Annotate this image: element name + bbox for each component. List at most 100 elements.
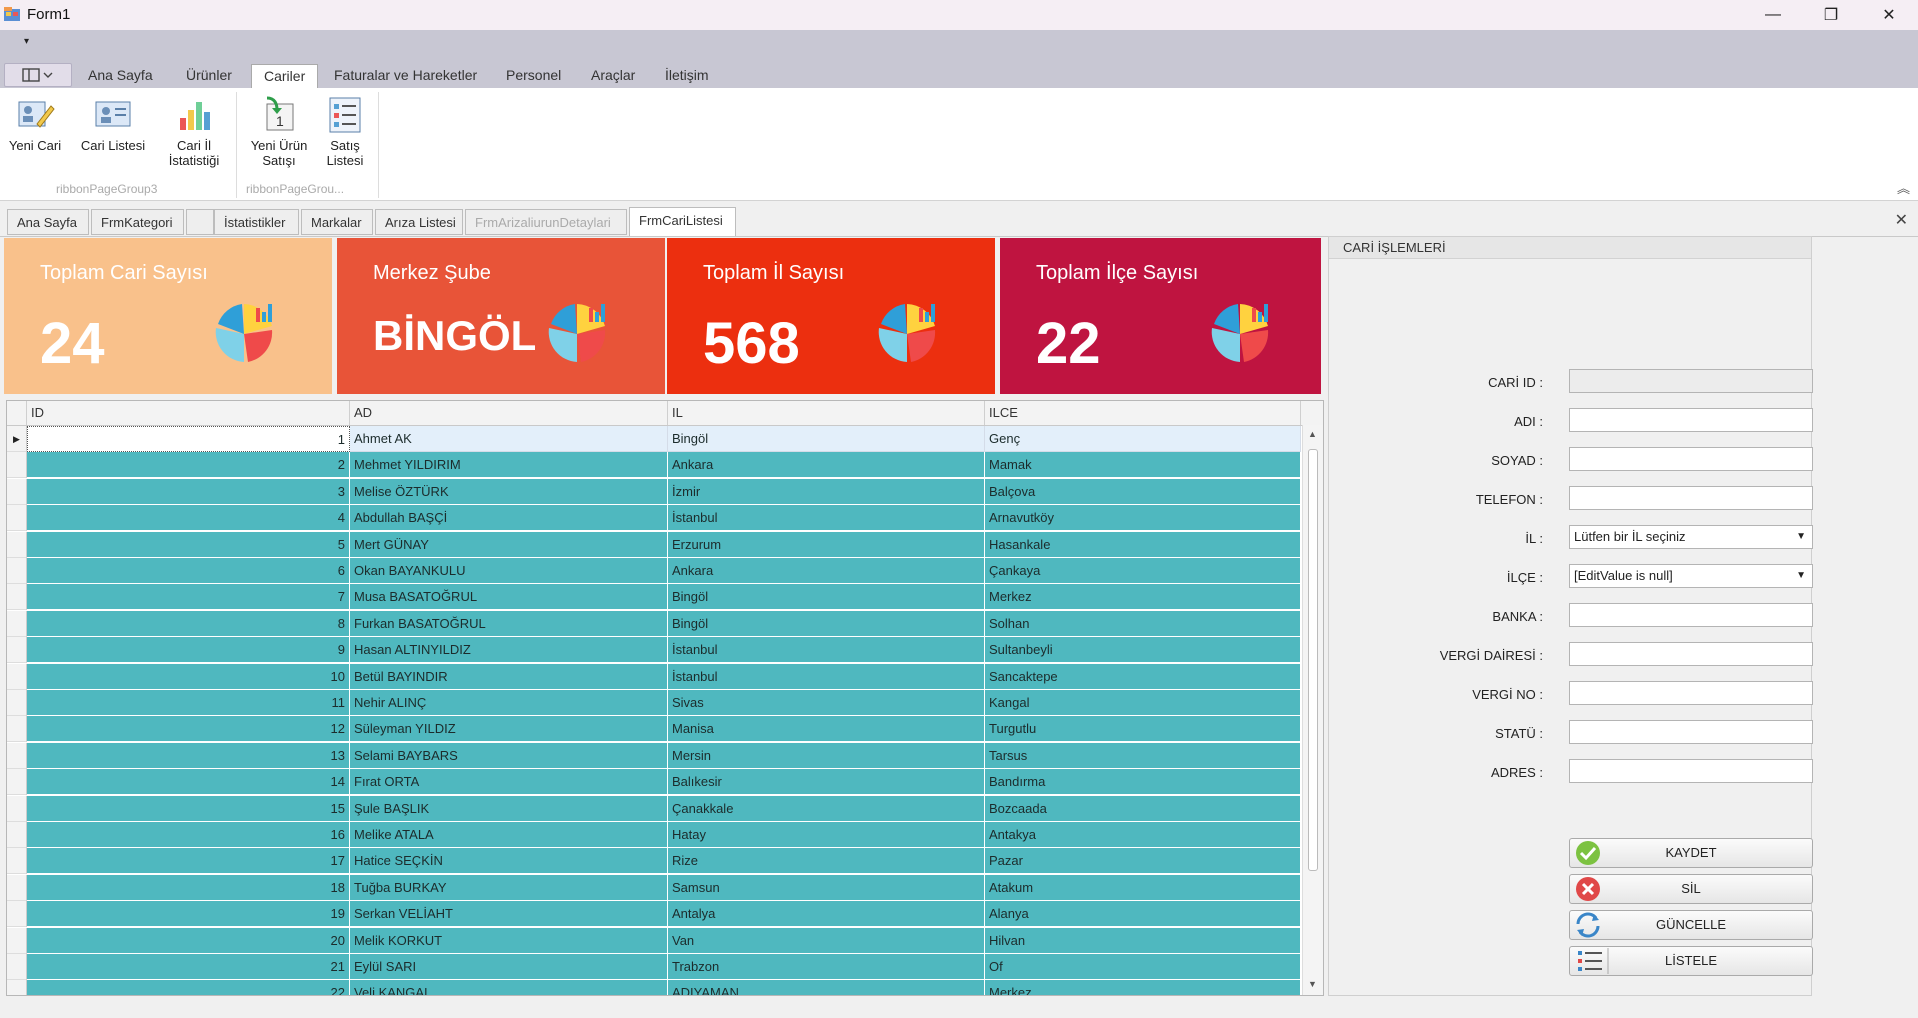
- table-cell-id[interactable]: 9: [27, 637, 350, 664]
- row-indicator[interactable]: [7, 954, 27, 980]
- kaydet-button[interactable]: KAYDET: [1569, 838, 1813, 868]
- table-cell-ilce[interactable]: Merkez: [985, 584, 1301, 611]
- cari-il-istatistigi-button[interactable]: Cari İl İstatistiği: [162, 94, 226, 168]
- table-row[interactable]: 7 Musa BASATOĞRUL Bingöl Merkez: [7, 584, 1301, 611]
- table-cell-ad[interactable]: Mert GÜNAY: [350, 531, 668, 558]
- table-cell-il[interactable]: Trabzon: [668, 954, 985, 980]
- tab-ana-sayfa[interactable]: Ana Sayfa: [76, 64, 165, 88]
- table-row[interactable]: 5 Mert GÜNAY Erzurum Hasankale: [7, 531, 1301, 558]
- table-cell-ilce[interactable]: Hilvan: [985, 927, 1301, 954]
- table-row[interactable]: 4 Abdullah BAŞÇİ İstanbul Arnavutköy: [7, 505, 1301, 532]
- tile-toplam-il[interactable]: Toplam İl Sayısı 568: [667, 238, 995, 394]
- row-indicator[interactable]: [7, 901, 27, 928]
- table-cell-ilce[interactable]: Of: [985, 954, 1301, 980]
- table-cell-il[interactable]: İstanbul: [668, 663, 985, 690]
- table-cell-ad[interactable]: Süleyman YILDIZ: [350, 716, 668, 743]
- table-cell-id[interactable]: 3: [27, 478, 350, 505]
- application-menu-button[interactable]: [4, 63, 72, 87]
- table-cell-id[interactable]: 4: [27, 505, 350, 532]
- table-cell-il[interactable]: İstanbul: [668, 505, 985, 532]
- table-cell-id[interactable]: 15: [27, 795, 350, 822]
- sil-button[interactable]: SİL: [1569, 874, 1813, 904]
- close-button[interactable]: ✕: [1860, 0, 1918, 30]
- soyad-field[interactable]: [1569, 447, 1813, 471]
- column-header-ilce[interactable]: ILCE: [985, 401, 1301, 425]
- table-cell-ilce[interactable]: Bozcaada: [985, 795, 1301, 822]
- banka-field[interactable]: [1569, 603, 1813, 627]
- table-cell-id[interactable]: 19: [27, 901, 350, 928]
- chevron-down-icon[interactable]: ▼: [1796, 526, 1806, 548]
- table-cell-il[interactable]: Ankara: [668, 452, 985, 479]
- table-cell-ad[interactable]: Nehir ALINÇ: [350, 690, 668, 716]
- table-row[interactable]: 10 Betül BAYINDIR İstanbul Sancaktepe: [7, 663, 1301, 690]
- row-indicator[interactable]: [7, 822, 27, 848]
- table-cell-il[interactable]: Çanakkale: [668, 795, 985, 822]
- table-cell-il[interactable]: Manisa: [668, 716, 985, 743]
- table-cell-ilce[interactable]: Kangal: [985, 690, 1301, 716]
- ilce-combo[interactable]: [EditValue is null] ▼: [1569, 564, 1813, 588]
- cari-listesi-button[interactable]: Cari Listesi: [80, 94, 146, 153]
- table-cell-id[interactable]: 12: [27, 716, 350, 743]
- row-indicator[interactable]: [7, 558, 27, 584]
- table-cell-ad[interactable]: Eylül SARI: [350, 954, 668, 980]
- table-row[interactable]: 2 Mehmet YILDIRIM Ankara Mamak: [7, 452, 1301, 479]
- listele-button[interactable]: LİSTELE: [1569, 946, 1813, 976]
- row-indicator[interactable]: [7, 927, 27, 954]
- table-cell-ilce[interactable]: Balçova: [985, 478, 1301, 505]
- vergi-no-field[interactable]: [1569, 681, 1813, 705]
- row-indicator[interactable]: [7, 637, 27, 664]
- table-cell-il[interactable]: Ankara: [668, 558, 985, 584]
- row-indicator[interactable]: [7, 584, 27, 611]
- table-cell-ilce[interactable]: Turgutlu: [985, 716, 1301, 743]
- table-cell-ilce[interactable]: Atakum: [985, 874, 1301, 901]
- cari-grid[interactable]: ID AD IL ILCE ▶ 1 Ahmet AK Bingöl Genç 2 Mehme…: [6, 400, 1324, 996]
- tile-merkez-sube[interactable]: Merkez Şube BİNGÖL: [337, 238, 665, 394]
- doc-tab-istatistikler[interactable]: İstatistikler: [214, 209, 299, 235]
- chevron-down-icon[interactable]: ▼: [1796, 565, 1806, 587]
- row-indicator[interactable]: [7, 478, 27, 505]
- table-cell-ad[interactable]: Serkan VELİAHT: [350, 901, 668, 928]
- table-cell-ad[interactable]: Betül BAYINDIR: [350, 663, 668, 690]
- doc-tab-ariza-listesi[interactable]: Arıza Listesi: [375, 209, 463, 235]
- scroll-up-icon[interactable]: ▲: [1308, 429, 1317, 439]
- doc-tab-markalar[interactable]: Markalar: [301, 209, 373, 235]
- row-indicator[interactable]: [7, 663, 27, 690]
- table-cell-ilce[interactable]: Mamak: [985, 452, 1301, 479]
- grid-scrollbar[interactable]: ▲ ▼: [1302, 425, 1323, 995]
- table-cell-ad[interactable]: Musa BASATOĞRUL: [350, 584, 668, 611]
- table-cell-ilce[interactable]: Sultanbeyli: [985, 637, 1301, 664]
- table-cell-id[interactable]: 5: [27, 531, 350, 558]
- table-cell-ad[interactable]: Okan BAYANKULU: [350, 558, 668, 584]
- table-cell-id[interactable]: 18: [27, 874, 350, 901]
- scroll-thumb[interactable]: [1308, 449, 1318, 871]
- table-row[interactable]: 6 Okan BAYANKULU Ankara Çankaya: [7, 558, 1301, 584]
- table-cell-ad[interactable]: Melik KORKUT: [350, 927, 668, 954]
- qat-dropdown-icon[interactable]: ▾: [24, 36, 29, 47]
- table-cell-il[interactable]: Balıkesir: [668, 769, 985, 796]
- table-cell-il[interactable]: İstanbul: [668, 637, 985, 664]
- column-header-id[interactable]: ID: [27, 401, 350, 425]
- table-cell-ilce[interactable]: Arnavutköy: [985, 505, 1301, 532]
- close-document-icon[interactable]: ✕: [1895, 210, 1908, 230]
- tab-faturalar[interactable]: Faturalar ve Hareketler: [322, 64, 489, 88]
- row-indicator[interactable]: [7, 610, 27, 637]
- guncelle-button[interactable]: GÜNCELLE: [1569, 910, 1813, 940]
- doc-tab-frmkategori[interactable]: FrmKategori: [91, 209, 184, 235]
- row-indicator[interactable]: [7, 980, 27, 995]
- table-cell-id[interactable]: 16: [27, 822, 350, 848]
- row-indicator[interactable]: [7, 769, 27, 796]
- row-indicator[interactable]: [7, 874, 27, 901]
- table-cell-id[interactable]: 10: [27, 663, 350, 690]
- table-cell-ad[interactable]: Mehmet YILDIRIM: [350, 452, 668, 479]
- row-indicator[interactable]: [7, 690, 27, 716]
- collapse-ribbon-icon[interactable]: ︽: [1897, 178, 1910, 197]
- tile-toplam-cari[interactable]: Toplam Cari Sayısı 24: [4, 238, 332, 394]
- table-cell-ilce[interactable]: Genç: [985, 426, 1301, 452]
- tile-toplam-ilce[interactable]: Toplam İlçe Sayısı 22: [1000, 238, 1321, 394]
- table-cell-il[interactable]: Bingöl: [668, 584, 985, 611]
- table-cell-il[interactable]: Hatay: [668, 822, 985, 848]
- cari-id-field[interactable]: [1569, 369, 1813, 393]
- table-cell-il[interactable]: Van: [668, 927, 985, 954]
- table-row[interactable]: ▶ 1 Ahmet AK Bingöl Genç: [7, 426, 1301, 452]
- table-cell-ilce[interactable]: Hasankale: [985, 531, 1301, 558]
